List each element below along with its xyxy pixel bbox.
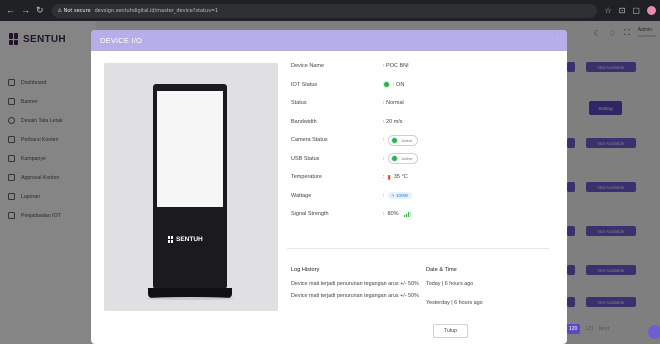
browser-actions: ☆ ⊡ ▢ (605, 6, 656, 15)
signal-bars-icon (403, 211, 412, 218)
prop-value: : Normal (383, 100, 404, 107)
kiosk-logo: SENTUH (168, 236, 203, 243)
prop-iot-status: IOT Status : ON (291, 76, 551, 95)
device-properties: Device Name : POC BNI IOT Status : ON St… (291, 57, 551, 224)
prop-signal-strength: Signal Strength : 80% (291, 205, 551, 224)
modal-title: DEVICE I/O (100, 36, 143, 45)
prop-temperature: Temperature : ▮ 35 °C (291, 174, 408, 181)
browser-toolbar: ← → ↻ ⚠ Not secure devsign.sentuhdigital… (0, 0, 660, 21)
device-io-modal: DEVICE I/O · SENTUH Device Name : POC BN… (91, 30, 567, 344)
prop-value: 80% (387, 211, 399, 218)
prop-value: Active (401, 137, 413, 143)
prop-camera-status: Camera Status : Active (291, 131, 551, 150)
thermometer-icon: ▮ (387, 174, 391, 181)
page-next-number[interactable]: 121 (585, 326, 593, 332)
prop-label: Signal Strength (291, 211, 329, 218)
kiosk-logo-text: SENTUH (176, 236, 203, 243)
prop-label: Device Name (291, 63, 325, 70)
back-icon[interactable]: ← (6, 5, 15, 16)
prop-bandwidth: Bandwidth : 20 m/s (291, 113, 551, 132)
sentuh-logo-icon (168, 236, 173, 243)
prop-value: : POC BNI (383, 63, 409, 70)
kiosk-shadow (146, 297, 234, 300)
status-on-icon (383, 81, 390, 89)
page-current[interactable]: 120 (566, 324, 581, 334)
modal-header: DEVICE I/O · (91, 30, 567, 51)
prop-usb-status: USB Status : Active (291, 150, 551, 169)
log-entry-message: Device mati terjadi penurunan tegangan a… (291, 281, 419, 287)
log-entry-message: Device mati terjadi penurunan tegangan a… (291, 293, 419, 299)
prop-label: IOT Status (291, 81, 318, 88)
reload-icon[interactable]: ↻ (36, 5, 44, 16)
prop-value: : ON (393, 81, 405, 88)
section-divider (287, 248, 549, 249)
pagination: 120 121 Next (566, 324, 609, 334)
address-bar[interactable]: ⚠ Not secure devsign.sentuhdigital.id/ma… (51, 3, 597, 18)
not-secure-label: ⚠ Not secure (57, 7, 91, 14)
status-active-icon (390, 155, 398, 163)
prop-value: Active (401, 156, 413, 162)
wattage-pill: ϟ 100W (387, 192, 412, 200)
forward-icon[interactable]: → (21, 5, 30, 16)
prop-value: : 20 m/s (383, 118, 403, 125)
prop-label: Bandwidth (291, 118, 317, 125)
log-datetime-column: Date & Time Today | 6 hours ago Yesterda… (426, 267, 546, 319)
usb-status-badge: Active (387, 153, 419, 165)
bolt-icon: ϟ (391, 193, 394, 199)
prop-label: Temperature (291, 174, 322, 181)
log-entry-time: Today | 6 hours ago (426, 281, 474, 287)
prop-label: Camera Status (291, 137, 328, 144)
extensions-icon[interactable]: ⊡ (619, 6, 626, 15)
window-icon[interactable]: ▢ (632, 6, 640, 15)
profile-avatar[interactable] (646, 6, 656, 15)
prop-value: 100W (395, 193, 408, 199)
prop-value: 35 °C (393, 174, 408, 181)
status-active-icon (390, 136, 398, 144)
prop-wattage: Wattage : ϟ 100W (291, 187, 551, 206)
browser-nav: ← → ↻ (6, 5, 44, 16)
prop-label: Wattage (291, 192, 312, 199)
log-history-column: Log History Device mati terjadi penuruna… (291, 267, 421, 305)
log-history-title: Log History (291, 267, 320, 273)
prop-label: Status (291, 100, 307, 107)
close-modal-button[interactable]: Tutup (433, 324, 468, 338)
camera-status-badge: Active (387, 134, 419, 146)
kiosk-device-illustration: SENTUH (153, 84, 227, 289)
help-chat-button[interactable] (648, 325, 660, 339)
bookmark-star-icon[interactable]: ☆ (605, 6, 612, 15)
prop-status: Status : Normal (291, 94, 551, 113)
prop-device-name: Device Name : POC BNI (291, 57, 551, 76)
prop-label: USB Status (291, 155, 320, 162)
log-date-title: Date & Time (426, 267, 457, 273)
close-icon[interactable]: · (557, 36, 559, 42)
log-entry-time: Yesterday | 6 hours ago (426, 300, 483, 306)
url-text: devsign.sentuhdigital.id/master_device?s… (94, 7, 219, 14)
kiosk-screen (157, 91, 223, 207)
page-next-button[interactable]: Next (599, 326, 609, 332)
